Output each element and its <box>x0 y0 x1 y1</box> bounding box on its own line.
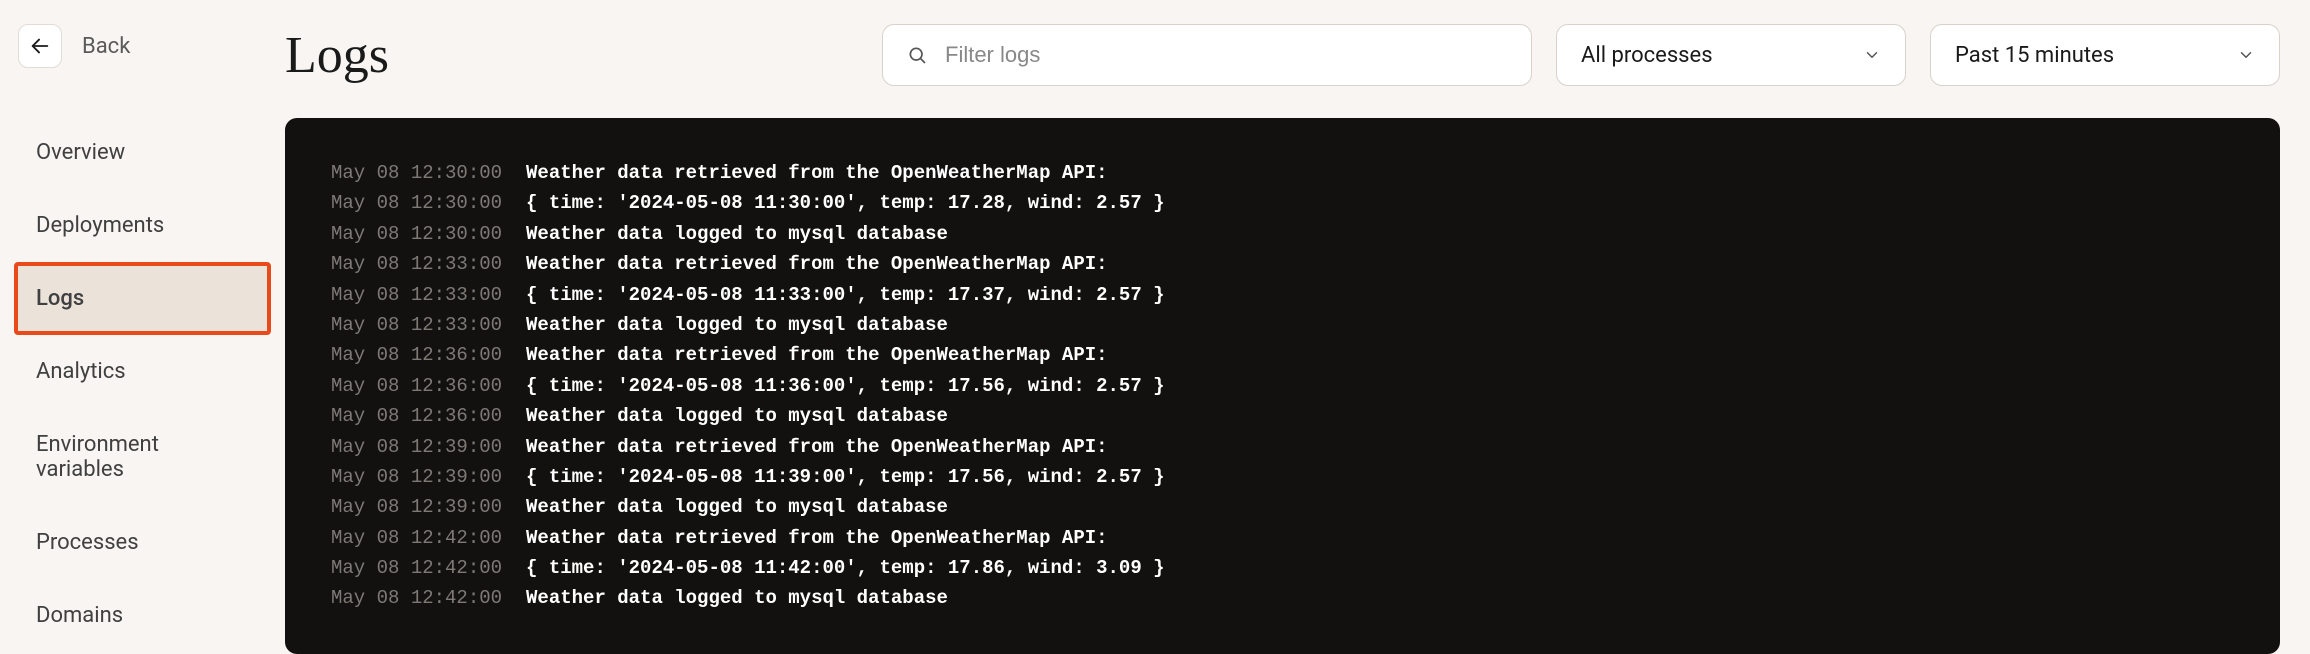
log-message: Weather data logged to mysql database <box>526 401 948 431</box>
log-line: May 08 12:36:00 Weather data logged to my… <box>331 401 2234 431</box>
log-line: May 08 12:30:00 Weather data logged to my… <box>331 219 2234 249</box>
main: Logs All processes Past 15 minutes <box>285 0 2310 654</box>
log-timestamp: May 08 12:39:00 <box>331 492 502 522</box>
sidebar-item-environment-variables[interactable]: Environment variables <box>14 408 271 506</box>
chevron-down-icon <box>2237 46 2255 64</box>
log-line: May 08 12:33:00 Weather data retrieved fr… <box>331 249 2234 279</box>
log-message: Weather data retrieved from the OpenWeat… <box>526 249 1108 279</box>
chevron-down-icon <box>1863 46 1881 64</box>
log-line: May 08 12:30:00 { time: '2024-05-08 11:30… <box>331 188 2234 218</box>
log-message: { time: '2024-05-08 11:30:00', temp: 17.… <box>526 188 1165 218</box>
search-icon <box>907 45 927 65</box>
nav: Overview Deployments Logs Analytics Environm… <box>14 116 271 652</box>
log-message: Weather data retrieved from the OpenWeat… <box>526 523 1108 553</box>
log-line: May 08 12:39:00 Weather data retrieved fr… <box>331 432 2234 462</box>
search-input[interactable] <box>945 42 1507 68</box>
log-line: May 08 12:36:00 { time: '2024-05-08 11:36… <box>331 371 2234 401</box>
log-line: May 08 12:42:00 Weather data logged to my… <box>331 583 2234 613</box>
sidebar-item-processes[interactable]: Processes <box>14 506 271 579</box>
search-field[interactable] <box>882 24 1532 86</box>
sidebar-item-analytics[interactable]: Analytics <box>14 335 271 408</box>
sidebar-item-label: Domains <box>36 603 123 628</box>
log-timestamp: May 08 12:30:00 <box>331 219 502 249</box>
log-timestamp: May 08 12:33:00 <box>331 310 502 340</box>
sidebar-item-label: Processes <box>36 530 139 555</box>
arrow-left-icon <box>29 35 51 57</box>
sidebar-item-overview[interactable]: Overview <box>14 116 271 189</box>
time-filter-dropdown[interactable]: Past 15 minutes <box>1930 24 2280 86</box>
log-timestamp: May 08 12:36:00 <box>331 371 502 401</box>
sidebar-item-deployments[interactable]: Deployments <box>14 189 271 262</box>
log-line: May 08 12:42:00 { time: '2024-05-08 11:42… <box>331 553 2234 583</box>
log-line: May 08 12:30:00 Weather data retrieved fr… <box>331 158 2234 188</box>
log-timestamp: May 08 12:33:00 <box>331 280 502 310</box>
log-timestamp: May 08 12:42:00 <box>331 583 502 613</box>
sidebar: Back Overview Deployments Logs Analytics Env… <box>0 0 285 654</box>
sidebar-item-label: Environment variables <box>36 432 159 482</box>
sidebar-item-label: Analytics <box>36 359 126 384</box>
sidebar-item-label: Logs <box>36 286 84 311</box>
log-timestamp: May 08 12:30:00 <box>331 188 502 218</box>
header: Logs All processes Past 15 minutes <box>285 24 2280 86</box>
log-line: May 08 12:33:00 { time: '2024-05-08 11:33… <box>331 280 2234 310</box>
process-filter-label: All processes <box>1581 43 1713 68</box>
log-message: { time: '2024-05-08 11:36:00', temp: 17.… <box>526 371 1165 401</box>
log-line: May 08 12:39:00 { time: '2024-05-08 11:39… <box>331 462 2234 492</box>
log-message: Weather data logged to mysql database <box>526 219 948 249</box>
log-timestamp: May 08 12:39:00 <box>331 462 502 492</box>
log-line: May 08 12:39:00 Weather data logged to my… <box>331 492 2234 522</box>
log-message: Weather data logged to mysql database <box>526 583 948 613</box>
back-button[interactable] <box>18 24 62 68</box>
log-timestamp: May 08 12:36:00 <box>331 340 502 370</box>
process-filter-dropdown[interactable]: All processes <box>1556 24 1906 86</box>
log-timestamp: May 08 12:42:00 <box>331 553 502 583</box>
page-title: Logs <box>285 26 389 85</box>
log-timestamp: May 08 12:30:00 <box>331 158 502 188</box>
log-line: May 08 12:36:00 Weather data retrieved fr… <box>331 340 2234 370</box>
log-output: May 08 12:30:00 Weather data retrieved fr… <box>285 118 2280 654</box>
log-timestamp: May 08 12:42:00 <box>331 523 502 553</box>
log-timestamp: May 08 12:36:00 <box>331 401 502 431</box>
log-message: Weather data logged to mysql database <box>526 492 948 522</box>
log-line: May 08 12:42:00 Weather data retrieved fr… <box>331 523 2234 553</box>
sidebar-item-domains[interactable]: Domains <box>14 579 271 652</box>
log-message: { time: '2024-05-08 11:39:00', temp: 17.… <box>526 462 1165 492</box>
sidebar-item-label: Overview <box>36 140 125 165</box>
log-message: Weather data retrieved from the OpenWeat… <box>526 340 1108 370</box>
log-message: Weather data retrieved from the OpenWeat… <box>526 432 1108 462</box>
log-message: { time: '2024-05-08 11:33:00', temp: 17.… <box>526 280 1165 310</box>
log-message: Weather data retrieved from the OpenWeat… <box>526 158 1108 188</box>
log-message: { time: '2024-05-08 11:42:00', temp: 17.… <box>526 553 1165 583</box>
log-timestamp: May 08 12:39:00 <box>331 432 502 462</box>
log-line: May 08 12:33:00 Weather data logged to my… <box>331 310 2234 340</box>
log-timestamp: May 08 12:33:00 <box>331 249 502 279</box>
log-message: Weather data logged to mysql database <box>526 310 948 340</box>
sidebar-item-logs[interactable]: Logs <box>14 262 271 335</box>
back-label: Back <box>82 34 130 59</box>
time-filter-label: Past 15 minutes <box>1955 43 2114 68</box>
sidebar-item-label: Deployments <box>36 213 164 238</box>
back-row: Back <box>14 24 271 86</box>
